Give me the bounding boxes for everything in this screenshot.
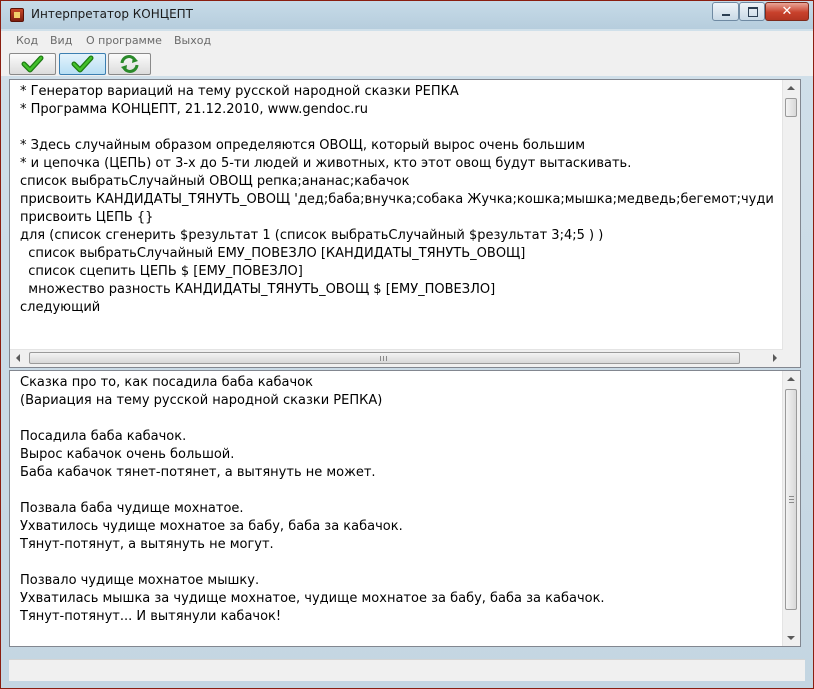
code-vertical-scrollbar[interactable] [782,80,800,367]
code-line: список выбратьСлучайный ЕМУ_ПОВЕЗЛО [КАН… [20,246,526,261]
scroll-right-icon[interactable] [773,354,777,362]
output-line: Позвало чудище мохнатое мышку. [20,573,260,588]
output-line: Ухватилось чудище мохнатое за бабу, баба… [20,519,403,534]
grip-icon [380,356,381,361]
code-hscroll-thumb[interactable] [29,352,740,364]
code-text[interactable]: * Генератор вариаций на тему русской нар… [20,83,774,317]
output-text: Сказка про то, как посадила баба кабачок… [20,374,605,626]
scrollbar-corner [783,350,800,367]
title-bar[interactable]: Интерпретатор КОНЦЕПТ ✕ [1,1,813,29]
maximize-icon [748,7,758,17]
menu-about[interactable]: О программе [86,34,162,47]
menu-code[interactable]: Код [16,34,38,47]
scroll-up-icon[interactable] [787,377,795,381]
menu-view[interactable]: Вид [50,34,72,47]
grip-line [789,499,794,500]
refresh-button[interactable] [108,53,151,75]
close-button[interactable]: ✕ [765,2,809,21]
code-editor[interactable]: * Генератор вариаций на тему русской нар… [9,79,801,368]
code-line: присвоить ЦЕПЬ {} [20,210,154,225]
minimize-icon [722,14,730,16]
maximize-button[interactable] [739,2,765,21]
status-bar [9,659,805,681]
output-line: Тянут-потянут, а вытянуть не могут. [20,537,274,552]
output-vertical-scrollbar[interactable] [782,371,800,646]
green-check-icon [21,55,44,73]
code-horizontal-scrollbar[interactable] [10,349,783,367]
toolbar [1,51,813,76]
code-line: список выбратьСлучайный ОВОЩ репка;анана… [20,174,410,189]
scroll-up-icon[interactable] [787,86,795,90]
grip-line [386,356,387,361]
output-pane[interactable]: Сказка про то, как посадила баба кабачок… [9,370,801,647]
scroll-left-icon[interactable] [16,354,20,362]
code-line: множество разность КАНДИДАТЫ_ТЯНУТЬ_ОВОЩ… [20,282,496,297]
output-line: Ухватилась мышка за чудище мохнатое, чуд… [20,591,605,606]
code-line: * Программа КОНЦЕПТ, 21.12.2010, www.gen… [20,102,368,117]
menu-exit[interactable]: Выход [174,34,211,47]
window-title: Интерпретатор КОНЦЕПТ [31,7,194,21]
code-vscroll-thumb[interactable] [785,98,797,117]
refresh-icon [120,55,139,73]
app-icon [10,8,24,22]
output-vscroll-thumb[interactable] [785,389,797,610]
minimize-button[interactable] [712,2,739,21]
code-line: для (список сгенерить $результат 1 (спис… [20,228,604,243]
run-step-button[interactable] [59,53,106,75]
output-line: Посадила баба кабачок. [20,429,187,444]
output-line: (Вариация на тему русской народной сказк… [20,393,383,408]
scroll-down-icon[interactable] [787,636,795,640]
grip-icon [789,496,794,497]
output-line: Сказка про то, как посадила баба кабачок [20,375,313,390]
grip-line [383,356,384,361]
output-line: Вырос кабачок очень большой. [20,447,235,462]
code-line: * Здесь случайным образом определяются О… [20,138,585,153]
grip-line [789,502,794,503]
code-line: * и цепочка (ЦЕПЬ) от 3-х до 5-ти людей … [20,156,632,171]
code-line: список сцепить ЦЕПЬ $ [ЕМУ_ПОВЕЗЛО] [20,264,303,279]
code-line: присвоить КАНДИДАТЫ_ТЯНУТЬ_ОВОЩ 'дед;баб… [20,192,774,207]
code-line: следующий [20,300,101,315]
menu-bar: Код Вид О программе Выход [1,31,813,51]
run-button[interactable] [9,53,56,75]
blue-check-icon [71,55,94,73]
output-line: Позвала баба чудище мохнатое. [20,501,244,516]
code-line: * Генератор вариаций на тему русской нар… [20,84,459,99]
output-line: Баба кабачок тянет-потянет, а вытянуть н… [20,465,376,480]
close-icon: ✕ [781,4,793,19]
application-window: Интерпретатор КОНЦЕПТ ✕ Код Вид О програ… [0,0,814,689]
output-line: Тянут-потянут... И вытянули кабачок! [20,609,282,624]
